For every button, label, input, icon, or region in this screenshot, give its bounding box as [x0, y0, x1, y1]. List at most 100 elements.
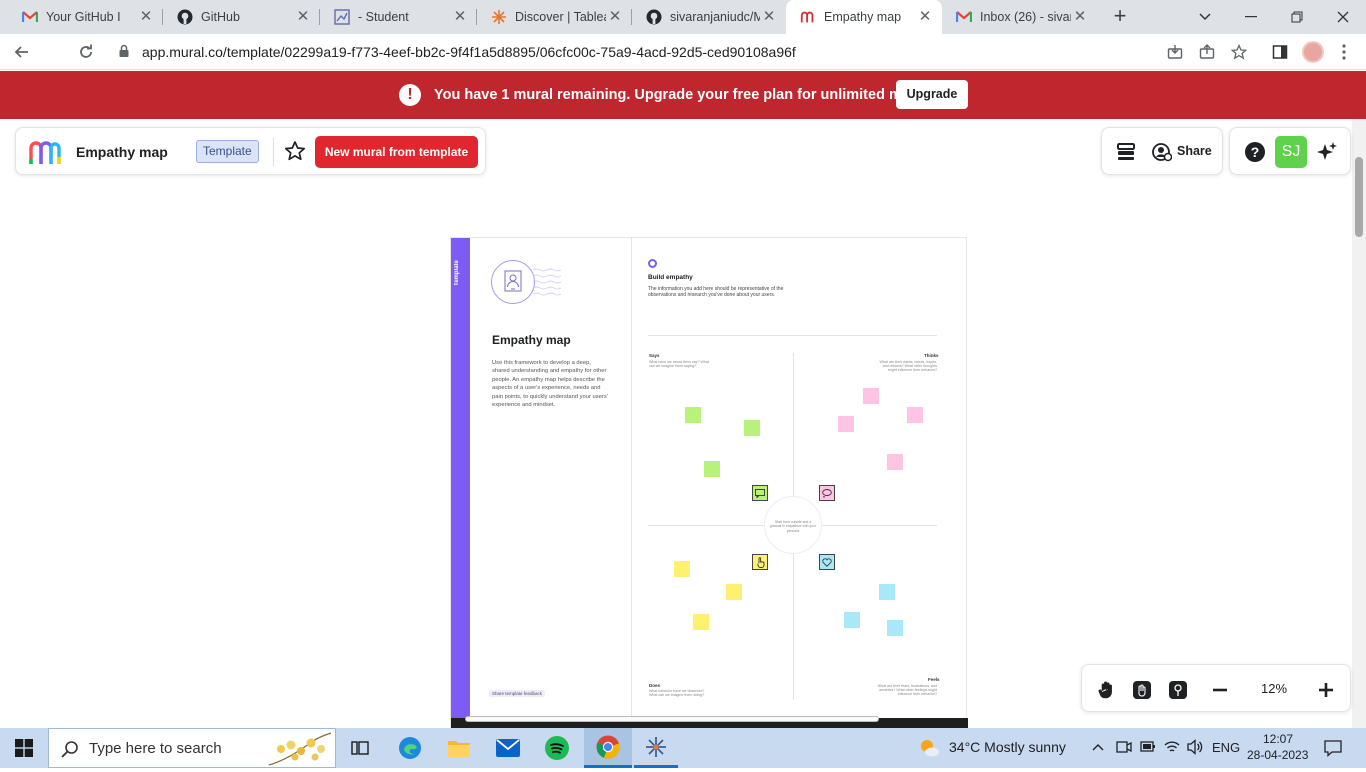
tab-github-repo[interactable]: sivaranjaniudc/M ✕ [632, 0, 786, 34]
tab-gmail-github[interactable]: Your GitHub I ✕ [8, 0, 163, 34]
notifications-icon[interactable] [1324, 739, 1342, 762]
horizontal-scrollbar[interactable] [465, 716, 879, 722]
share-user-icon[interactable] [1152, 142, 1173, 167]
user-avatar[interactable]: SJ [1275, 136, 1307, 168]
quadrant-feels-sub: What are their fears, frustrations, and … [877, 684, 937, 697]
upgrade-banner: ! You have 1 mural remaining. Upgrade yo… [0, 71, 1366, 119]
tab-search-icon[interactable] [1182, 0, 1228, 34]
board-description: Use this framework to develop a deep, sh… [492, 360, 608, 409]
tableau-icon [491, 9, 507, 25]
tableau-student-icon [334, 9, 350, 25]
sticky-note-says[interactable] [744, 420, 760, 436]
svg-text:?: ? [1251, 144, 1260, 160]
sticky-note-says[interactable] [685, 407, 701, 423]
tray-chevron-icon[interactable] [1092, 738, 1104, 754]
sticky-note-thinks[interactable] [838, 416, 854, 432]
map-view-icon[interactable] [1167, 679, 1189, 701]
gmail-icon [956, 9, 972, 25]
new-tab-button[interactable]: + [1108, 5, 1132, 29]
sticky-note-feels[interactable] [879, 584, 895, 600]
favorite-star-icon[interactable] [284, 140, 306, 167]
sticky-note-feels[interactable] [844, 612, 860, 628]
bookmark-star-icon[interactable] [1230, 43, 1248, 61]
language-indicator[interactable]: ENG [1212, 740, 1240, 755]
template-board[interactable]: Template Empathy map Use this framework … [450, 237, 968, 729]
sticky-note-does[interactable] [693, 614, 709, 630]
address-bar[interactable]: app.mural.co/template/02299a19-f773-4eef… [108, 38, 1258, 66]
taskbar-search[interactable]: Type here to search [48, 728, 336, 768]
weather-sun-icon[interactable] [918, 737, 940, 764]
zoom-out-icon[interactable] [1209, 679, 1231, 701]
windows-start-icon[interactable] [0, 728, 48, 768]
back-icon[interactable] [8, 38, 36, 66]
spotify-icon[interactable] [541, 728, 573, 768]
quadrant-does-sub: What behavior have we observed? What can… [649, 689, 705, 698]
menu-kebab-icon[interactable] [1330, 38, 1358, 66]
share-button[interactable]: Share [1177, 144, 1212, 158]
clock-time[interactable]: 12:07 [1263, 732, 1293, 746]
close-tab-icon[interactable]: ✕ [760, 8, 778, 26]
tab-github[interactable]: GitHub ✕ [163, 0, 320, 34]
volume-icon[interactable] [1187, 739, 1203, 760]
outline-icon[interactable] [1116, 142, 1136, 167]
mural-title[interactable]: Empathy map [76, 144, 168, 160]
ai-sparkle-icon[interactable] [1316, 141, 1338, 168]
close-tab-icon[interactable]: ✕ [137, 8, 155, 26]
template-feedback-link[interactable]: Share template feedback [489, 690, 546, 697]
share-page-icon[interactable] [1198, 43, 1216, 61]
side-panel-icon[interactable] [1266, 38, 1294, 66]
close-tab-icon[interactable]: ✕ [294, 8, 312, 26]
vertical-scrollbar[interactable] [1352, 119, 1366, 728]
close-tab-icon[interactable]: ✕ [606, 8, 624, 26]
mural-logo-icon[interactable] [28, 139, 62, 170]
close-window-icon[interactable] [1320, 0, 1366, 34]
browser-toolbar: app.mural.co/template/02299a19-f773-4eef… [0, 34, 1366, 70]
tableau-taskbar-icon[interactable] [634, 728, 678, 768]
mural-header-panel: Empathy map Template New mural from temp… [15, 127, 486, 175]
wave-decoration [533, 268, 561, 296]
edge-icon[interactable] [394, 728, 426, 768]
close-tab-icon[interactable]: ✕ [916, 8, 934, 26]
tab-gmail-inbox[interactable]: Inbox (26) - sivar ✕ [942, 0, 1097, 34]
meet-now-icon[interactable] [1116, 739, 1132, 760]
clock-date[interactable]: 28-04-2023 [1247, 748, 1308, 762]
scrollbar-thumb[interactable] [1355, 157, 1363, 237]
sticky-note-feels[interactable] [887, 620, 903, 636]
minimize-icon[interactable] [1228, 0, 1274, 34]
file-explorer-icon[interactable] [443, 728, 475, 768]
wifi-icon[interactable] [1164, 739, 1180, 760]
sticky-note-thinks[interactable] [907, 407, 923, 423]
sticky-note-does[interactable] [674, 561, 690, 577]
lock-icon [118, 44, 130, 63]
install-icon[interactable] [1166, 43, 1184, 61]
restore-icon[interactable] [1274, 0, 1320, 34]
tab-student[interactable]: - Student ✕ [320, 0, 477, 34]
profile-avatar[interactable] [1302, 41, 1324, 63]
quadrant-says-sub: What have we heard them say? What can we… [649, 360, 709, 369]
help-icon[interactable]: ? [1244, 141, 1266, 168]
zoom-level[interactable]: 12% [1261, 681, 1287, 696]
persona-icon [491, 260, 535, 304]
sticky-note-says[interactable] [704, 461, 720, 477]
sticky-note-thinks[interactable] [887, 454, 903, 470]
windows-taskbar: Type here to search 34°C Mostly sunny EN… [0, 728, 1366, 768]
reload-icon[interactable] [72, 38, 100, 66]
zoom-in-icon[interactable] [1315, 679, 1337, 701]
chrome-taskbar-icon[interactable] [584, 728, 632, 768]
close-tab-icon[interactable]: ✕ [451, 8, 469, 26]
touch-mode-icon[interactable] [1131, 679, 1153, 701]
new-mural-from-template-button[interactable]: New mural from template [315, 136, 478, 168]
task-view-icon[interactable] [344, 728, 376, 768]
alert-icon: ! [399, 84, 421, 106]
hand-tool-icon[interactable] [1096, 679, 1118, 701]
weather-text[interactable]: 34°C Mostly sunny [949, 739, 1066, 755]
mail-icon[interactable] [492, 728, 524, 768]
battery-icon[interactable] [1140, 740, 1156, 759]
tab-tableau-discover[interactable]: Discover | Tablea ✕ [477, 0, 632, 34]
sticky-note-thinks[interactable] [863, 388, 879, 404]
close-tab-icon[interactable]: ✕ [1071, 8, 1089, 26]
upgrade-button[interactable]: Upgrade [896, 80, 968, 109]
sticky-note-does[interactable] [726, 584, 742, 600]
tab-empathy-map[interactable]: Empathy map ✕ [786, 0, 942, 34]
search-icon [61, 740, 79, 763]
